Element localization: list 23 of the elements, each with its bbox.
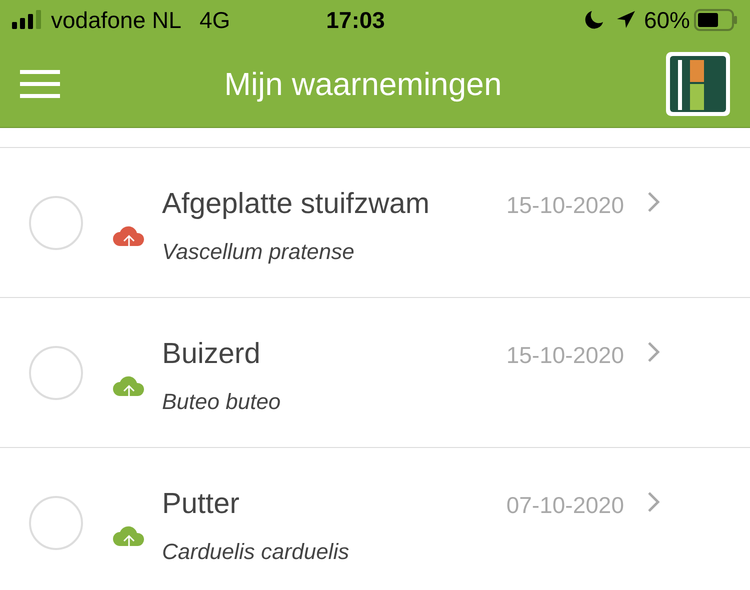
species-name: Putter: [162, 487, 240, 522]
screen-title: Mijn waarnemingen: [224, 66, 502, 102]
latin-name: Buteo buteo: [162, 388, 281, 414]
observation-date: 15-10-2020: [506, 191, 624, 220]
species-name: Buizerd: [162, 337, 260, 372]
location-arrow-icon: [616, 10, 636, 30]
observation-date: 07-10-2020: [506, 491, 624, 520]
chevron-right-icon[interactable]: [646, 191, 660, 213]
battery-icon: [694, 9, 738, 31]
menu-icon[interactable]: [20, 68, 60, 98]
species-name: Afgeplatte stuifzwam: [162, 187, 430, 222]
chevron-right-icon[interactable]: [646, 341, 660, 363]
battery-percentage: 60%: [644, 6, 690, 35]
carrier-name: vodafone NL: [51, 6, 182, 35]
network-type: 4G: [199, 6, 230, 35]
signal-icon: [12, 10, 42, 30]
moon-icon: [584, 10, 604, 30]
logo-icon[interactable]: [666, 52, 730, 116]
latin-name: Vascellum pratense: [162, 238, 354, 264]
latin-name: Carduelis carduelis: [162, 538, 350, 564]
chevron-right-icon[interactable]: [646, 491, 660, 513]
observation-date: 15-10-2020: [506, 341, 624, 370]
clock-time: 17:03: [326, 6, 385, 35]
